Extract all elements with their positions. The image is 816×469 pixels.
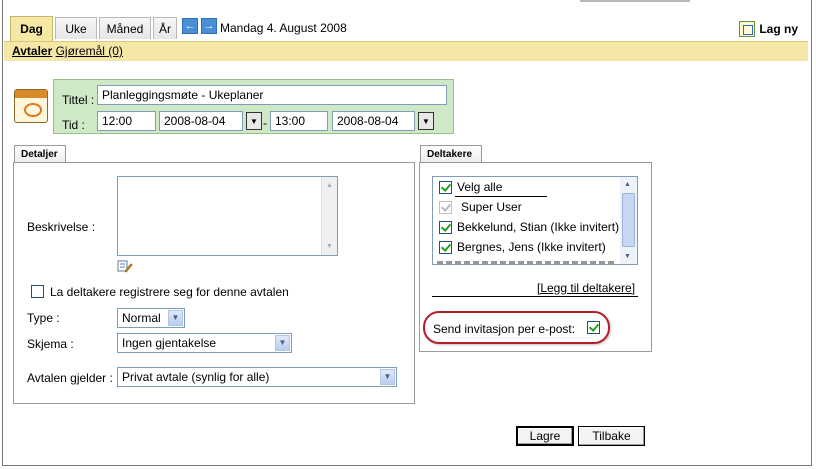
list-item[interactable]: Bekkelund, Stian (Ikke invitert) — [437, 220, 622, 237]
register-checkbox[interactable] — [31, 285, 44, 298]
appointments-link[interactable]: Avtaler — [12, 44, 52, 58]
new-appointment-label: Lag ny — [759, 22, 798, 36]
participant-checkbox[interactable] — [439, 241, 452, 254]
edit-description-icon[interactable] — [117, 259, 133, 273]
scroll-up-icon[interactable]: ▲ — [324, 180, 335, 191]
current-date: Mandag 4. August 2008 — [220, 21, 347, 35]
tab-participants[interactable]: Deltakere — [420, 145, 482, 163]
list-item[interactable]: Bergnes, Jens (Ikke invitert) — [437, 240, 622, 257]
tasks-link[interactable]: Gjøremål (0) — [56, 44, 123, 58]
register-label: La deltakere registrere seg for denne av… — [50, 285, 289, 299]
participant-checkbox — [439, 201, 452, 214]
description-textarea[interactable]: ▲ ▼ — [117, 176, 338, 256]
schema-value: Ingen gjentakelse — [122, 336, 217, 350]
tab-year[interactable]: År — [153, 17, 177, 39]
participants-list[interactable]: Velg alle Super User Bekkelund, Stian (I… — [432, 176, 638, 265]
arrow-left-icon[interactable]: ← — [182, 18, 198, 34]
participants-divider — [432, 296, 638, 297]
chevron-down-icon[interactable]: ▼ — [168, 310, 183, 326]
end-date-input[interactable]: 2008-08-04 — [332, 111, 415, 131]
top-divider — [580, 0, 690, 2]
arrow-right-icon[interactable]: → — [201, 18, 217, 34]
new-appointment-icon — [739, 21, 756, 37]
calendar-icon — [14, 89, 48, 123]
add-participants-link[interactable]: [Legg til deltakere] — [537, 281, 635, 295]
list-item[interactable]: Super User — [437, 200, 617, 217]
view-tabbar: Dag Uke Måned År ← → Mandag 4. August 20… — [4, 8, 808, 41]
send-invitation-label: Send invitasjon per e-post: — [433, 322, 576, 336]
save-button[interactable]: Lagre — [516, 426, 574, 446]
schema-label: Skjema : — [27, 337, 74, 351]
time-label: Tid : — [62, 118, 85, 132]
applies-select[interactable]: Privat avtale (synlig for alle) ▼ — [117, 367, 397, 387]
start-date-picker-icon[interactable]: ▼ — [246, 112, 262, 130]
scroll-up-icon[interactable]: ▲ — [622, 179, 633, 190]
select-all-underline — [455, 196, 547, 197]
participant-name: Bekkelund, Stian (Ikke invitert) — [457, 220, 620, 234]
type-label: Type : — [27, 311, 60, 325]
select-all-label: Velg alle — [457, 180, 503, 194]
participant-name: Super User — [461, 200, 522, 214]
select-all-item[interactable]: Velg alle — [437, 180, 617, 197]
type-select[interactable]: Normal ▼ — [117, 308, 185, 328]
applies-label: Avtalen gjelder : — [27, 371, 113, 385]
title-input[interactable]: Planleggingsmøte - Ukeplaner — [97, 85, 447, 105]
back-button[interactable]: Tilbake — [578, 426, 645, 446]
list-item-cutoff — [437, 261, 617, 264]
time-separator: - — [263, 116, 267, 130]
applies-value: Privat avtale (synlig for alle) — [122, 370, 270, 384]
chevron-down-icon[interactable]: ▼ — [380, 369, 395, 385]
sub-navigation: Avtaler Gjøremål (0) — [4, 41, 808, 61]
type-value: Normal — [122, 311, 161, 325]
tab-month[interactable]: Måned — [99, 17, 151, 39]
participant-checkbox[interactable] — [439, 221, 452, 234]
send-invitation-checkbox[interactable] — [587, 321, 600, 334]
tab-day[interactable]: Dag — [10, 16, 53, 41]
new-appointment-button[interactable]: Lag ny — [739, 21, 798, 37]
description-label: Beskrivelse : — [27, 220, 96, 234]
chevron-down-icon[interactable]: ▼ — [275, 335, 290, 351]
start-time-input[interactable]: 12:00 — [97, 111, 156, 131]
schema-select[interactable]: Ingen gjentakelse ▼ — [117, 333, 292, 353]
title-label: Tittel : — [62, 93, 95, 107]
participant-name: Bergnes, Jens (Ikke invitert) — [457, 240, 606, 254]
participants-scrollbar[interactable]: ▲ ▼ — [620, 177, 637, 264]
tab-details[interactable]: Detaljer — [14, 145, 66, 163]
title-time-box: Tittel : Planleggingsmøte - Ukeplaner Ti… — [53, 79, 454, 134]
description-scrollbar[interactable]: ▲ ▼ — [321, 177, 337, 255]
scroll-thumb[interactable] — [622, 193, 635, 247]
end-date-picker-icon[interactable]: ▼ — [418, 112, 434, 130]
start-date-input[interactable]: 2008-08-04 — [159, 111, 243, 131]
scroll-down-icon[interactable]: ▼ — [324, 241, 335, 252]
end-time-input[interactable]: 13:00 — [270, 111, 328, 131]
tab-week[interactable]: Uke — [55, 17, 97, 39]
select-all-checkbox[interactable] — [439, 181, 452, 194]
scroll-down-icon[interactable]: ▼ — [622, 251, 633, 262]
